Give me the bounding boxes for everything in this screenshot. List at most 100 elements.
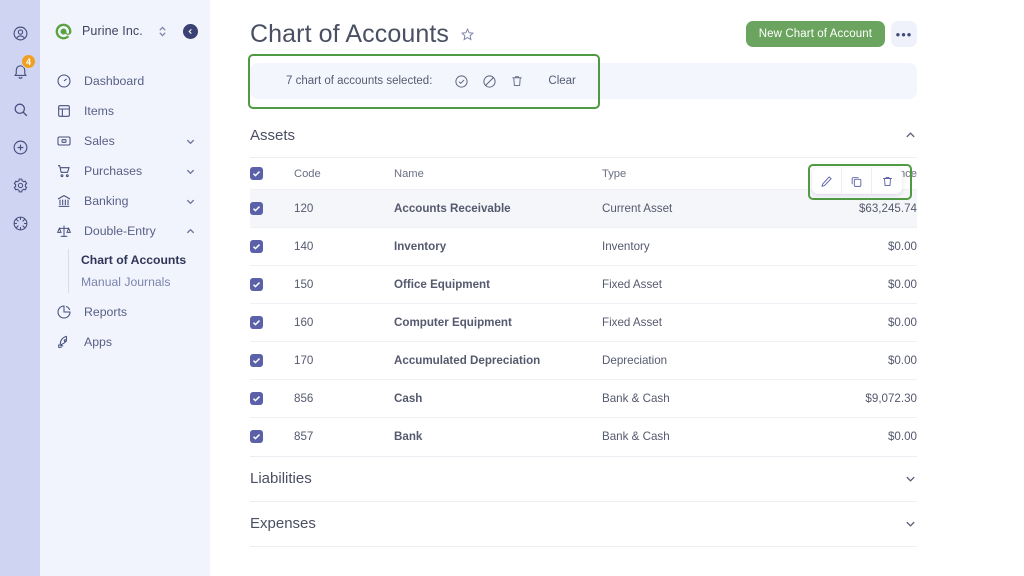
cell-code: 170 <box>294 342 394 380</box>
chevron-down-icon[interactable] <box>904 472 917 485</box>
add-icon[interactable] <box>5 132 35 162</box>
table-row[interactable]: 857 Bank Bank & Cash $0.00 <box>250 418 917 456</box>
section-header-liabilities[interactable]: Liabilities <box>250 457 917 501</box>
clear-selection-button[interactable]: Clear <box>548 75 575 87</box>
row-checkbox[interactable] <box>250 316 263 329</box>
selection-actions <box>454 74 524 89</box>
company-name: Purine Inc. <box>82 24 149 38</box>
sidebar-item-apps[interactable]: Apps <box>40 327 210 357</box>
table-row[interactable]: 160 Computer Equipment Fixed Asset $0.00 <box>250 304 917 342</box>
cell-code: 150 <box>294 266 394 304</box>
table-row[interactable]: 856 Cash Bank & Cash $9,072.30 <box>250 380 917 418</box>
chevron-up-icon[interactable] <box>185 226 196 237</box>
sidebar-item-chart-of-accounts[interactable]: Chart of Accounts <box>81 249 210 271</box>
table-row[interactable]: 170 Accumulated Depreciation Depreciatio… <box>250 342 917 380</box>
cell-type: Fixed Asset <box>602 304 772 342</box>
sidebar-item-label: Items <box>84 104 196 118</box>
cell-balance: $0.00 <box>772 266 917 304</box>
cell-type: Bank & Cash <box>602 380 772 418</box>
bank-icon <box>56 193 73 210</box>
divider <box>250 546 917 547</box>
app-window: 4 <box>0 0 1024 576</box>
company-switcher[interactable]: Purine Inc. <box>40 16 210 46</box>
duplicate-icon[interactable] <box>842 168 872 194</box>
chevron-down-icon[interactable] <box>185 196 196 207</box>
section-header-assets[interactable]: Assets <box>250 113 917 157</box>
cell-balance: $63,245.74 <box>772 190 917 228</box>
sidebar-item-purchases[interactable]: Purchases <box>40 156 210 186</box>
chevron-up-icon[interactable] <box>904 129 917 142</box>
row-checkbox[interactable] <box>250 392 263 405</box>
delete-icon[interactable] <box>872 168 902 194</box>
star-icon[interactable] <box>460 27 475 42</box>
cell-balance: $0.00 <box>772 342 917 380</box>
row-checkbox[interactable] <box>250 430 263 443</box>
chevron-down-icon[interactable] <box>185 136 196 147</box>
help-icon[interactable] <box>5 208 35 238</box>
table-row[interactable]: 120 Accounts Receivable Current Asset $6… <box>250 190 917 228</box>
sidebar-item-label: Sales <box>84 134 174 148</box>
cell-code: 857 <box>294 418 394 456</box>
notification-badge: 4 <box>21 54 36 69</box>
sidebar-item-manual-journals[interactable]: Manual Journals <box>81 271 210 293</box>
table-row[interactable]: 150 Office Equipment Fixed Asset $0.00 <box>250 266 917 304</box>
cell-code: 856 <box>294 380 394 418</box>
cell-name: Accumulated Depreciation <box>394 342 602 380</box>
cell-name: Accounts Receivable <box>394 190 602 228</box>
sort-chevrons-icon[interactable] <box>158 25 167 38</box>
main-content: Chart of Accounts New Chart of Account •… <box>210 0 1024 576</box>
chevron-down-icon[interactable] <box>185 166 196 177</box>
dashboard-icon <box>56 73 73 90</box>
new-chart-of-account-button[interactable]: New Chart of Account <box>746 21 885 47</box>
row-actions-popover <box>812 168 902 194</box>
check-circle-icon[interactable] <box>454 74 469 89</box>
section-header-expenses[interactable]: Expenses <box>250 502 917 546</box>
collapse-sidebar-button[interactable] <box>183 24 198 39</box>
trash-icon[interactable] <box>510 74 524 88</box>
cell-name: Bank <box>394 418 602 456</box>
sidebar-item-banking[interactable]: Banking <box>40 186 210 216</box>
sidebar-item-reports[interactable]: Reports <box>40 297 210 327</box>
cell-type: Bank & Cash <box>602 418 772 456</box>
cell-balance: $0.00 <box>772 418 917 456</box>
items-icon <box>56 103 73 120</box>
sidebar-item-label: Apps <box>84 335 196 349</box>
selection-bar: 7 chart of accounts selected: <box>250 63 917 99</box>
scales-icon <box>56 223 73 240</box>
chevron-down-icon[interactable] <box>904 517 917 530</box>
edit-icon[interactable] <box>812 168 842 194</box>
account-icon[interactable] <box>5 18 35 48</box>
cell-balance: $9,072.30 <box>772 380 917 418</box>
sidebar-item-label: Purchases <box>84 164 174 178</box>
sidebar-item-sales[interactable]: Sales <box>40 126 210 156</box>
more-options-button[interactable]: ••• <box>891 21 917 47</box>
cell-name: Computer Equipment <box>394 304 602 342</box>
cell-balance: $0.00 <box>772 228 917 266</box>
search-icon[interactable] <box>5 94 35 124</box>
sidebar-item-label: Dashboard <box>84 74 196 88</box>
cell-name: Inventory <box>394 228 602 266</box>
section-title: Liabilities <box>250 470 312 487</box>
notifications-icon[interactable]: 4 <box>5 56 35 86</box>
reports-icon <box>56 304 73 321</box>
double-entry-submenu: Chart of Accounts Manual Journals <box>68 249 210 293</box>
row-checkbox[interactable] <box>250 202 263 215</box>
row-checkbox[interactable] <box>250 278 263 291</box>
sidebar-item-double-entry[interactable]: Double-Entry <box>40 216 210 246</box>
column-header-code[interactable]: Code <box>294 158 394 190</box>
column-header-name[interactable]: Name <box>394 158 602 190</box>
select-all-checkbox[interactable] <box>250 167 263 180</box>
table-row[interactable]: 140 Inventory Inventory $0.00 <box>250 228 917 266</box>
ban-circle-icon[interactable] <box>482 74 497 89</box>
sidebar-item-items[interactable]: Items <box>40 96 210 126</box>
sales-icon <box>56 133 73 150</box>
accounts-table: Code Name Type Balance 120 <box>250 158 917 456</box>
row-checkbox[interactable] <box>250 240 263 253</box>
cell-code: 160 <box>294 304 394 342</box>
cart-icon <box>56 163 73 180</box>
row-checkbox[interactable] <box>250 354 263 367</box>
column-header-type[interactable]: Type <box>602 158 772 190</box>
settings-icon[interactable] <box>5 170 35 200</box>
purine-logo-icon <box>54 22 73 41</box>
sidebar-item-dashboard[interactable]: Dashboard <box>40 66 210 96</box>
